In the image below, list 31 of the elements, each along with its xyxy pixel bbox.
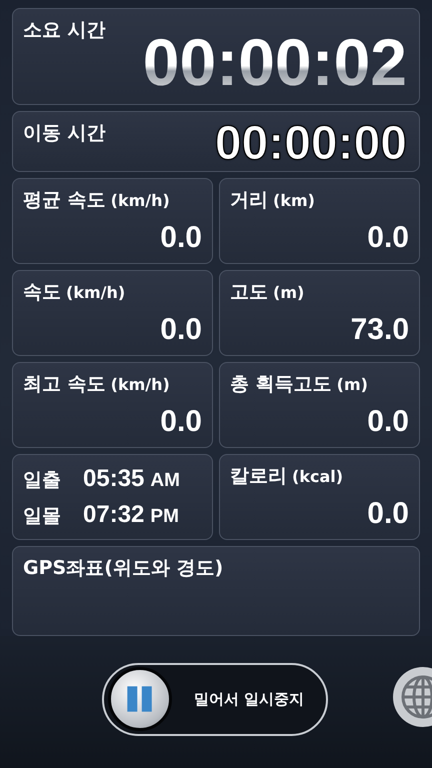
unit-label: (km/h)	[66, 283, 126, 302]
stat-label: 속도	[23, 280, 61, 305]
sun-time: 07:32 PM	[83, 501, 179, 529]
stat-label: 칼로리	[230, 464, 287, 489]
unit-label: (km/h)	[110, 191, 170, 210]
sun-time: 05:35 AM	[83, 465, 180, 493]
card-title: GPS좌표(위도와 경도)	[23, 556, 224, 581]
slide-to-pause-button[interactable]: 밀어서 일시중지	[102, 662, 328, 736]
pause-icon	[108, 667, 172, 731]
stat-value: 0.0	[366, 221, 409, 255]
sun-label: 일몰	[23, 504, 62, 529]
stat-value: 0.0	[159, 221, 202, 255]
stat-value: 0.0	[366, 497, 409, 531]
stat-label: 거리	[230, 188, 268, 213]
stat-label: 고도	[230, 280, 268, 305]
unit-label: (m)	[273, 283, 304, 302]
unit-label: (km/h)	[110, 375, 170, 394]
stat-label: 평균 속도	[23, 188, 106, 213]
unit-label: (m)	[336, 375, 368, 394]
card-title: 이동 시간	[23, 121, 106, 146]
stat-value: 73.0	[350, 313, 409, 347]
moving-time: 00:00:00	[214, 116, 407, 171]
card-title: 소요 시간	[23, 18, 106, 43]
unit-label: (kcal)	[292, 467, 344, 486]
stat-label: 최고 속도	[23, 372, 106, 397]
stat-value: 0.0	[159, 405, 202, 439]
stat-value: 0.0	[159, 313, 202, 347]
sun-label: 일출	[23, 468, 62, 493]
unit-label: (km)	[273, 191, 315, 210]
stat-value: 0.0	[366, 405, 409, 439]
stat-label: 총 획득고도	[230, 372, 332, 397]
